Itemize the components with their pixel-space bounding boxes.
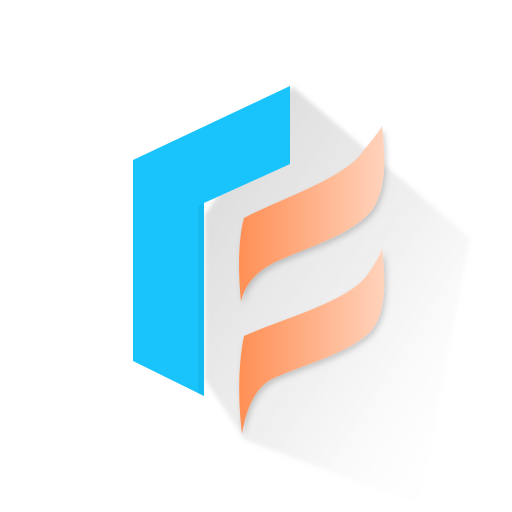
app-icon-canvas (0, 0, 512, 512)
logo-blue-inner-edge (198, 203, 204, 396)
stylized-letter-f-logo-icon (133, 86, 470, 505)
